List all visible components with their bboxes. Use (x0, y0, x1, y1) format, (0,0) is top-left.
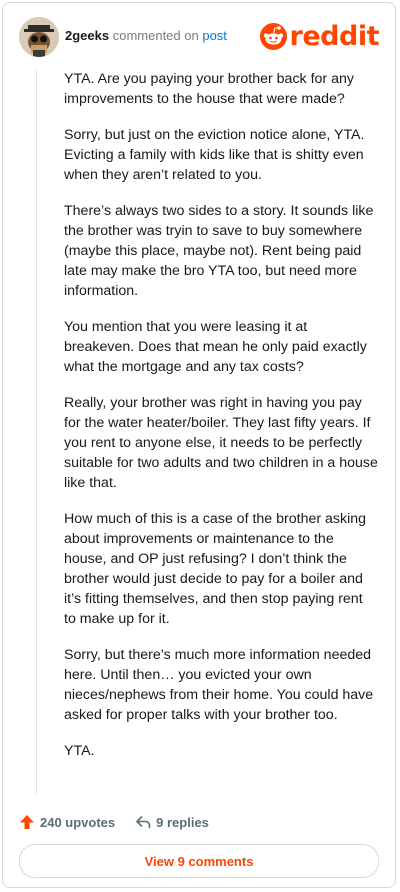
comment-body: YTA. Are you paying your brother back fo… (64, 69, 378, 777)
reddit-snoo-icon (259, 22, 287, 50)
thread-line[interactable] (36, 69, 37, 795)
comment-card: 2geeks commented on post reddit YTA. Are… (2, 2, 396, 888)
comment-actions: 240 upvotes 9 replies (19, 811, 209, 833)
byline-action-text: commented on (112, 28, 199, 43)
username-link[interactable]: 2geeks (65, 28, 109, 43)
reddit-wordmark: reddit (289, 20, 380, 52)
upvote-button[interactable]: 240 upvotes (19, 814, 115, 830)
comment-paragraph: Sorry, but just on the eviction notice a… (64, 127, 365, 183)
comment-paragraph: YTA. Are you paying your brother back fo… (64, 71, 354, 107)
comment-paragraph: How much of this is a case of the brothe… (64, 511, 367, 627)
post-link[interactable]: post (202, 28, 227, 43)
comment-paragraph: YTA. (64, 743, 95, 759)
reply-button[interactable]: 9 replies (135, 814, 209, 830)
reddit-logo[interactable]: reddit (259, 20, 380, 52)
reply-count: 9 replies (156, 814, 209, 830)
upvote-arrow-icon (20, 815, 34, 829)
comment-paragraph: Sorry, but there’s much more information… (64, 647, 374, 723)
avatar[interactable] (19, 17, 59, 57)
comment-paragraph: Really, your brother was right in having… (64, 395, 378, 491)
comment-header: 2geeks commented on post reddit (19, 17, 380, 57)
upvote-count: 240 upvotes (40, 814, 116, 830)
byline: 2geeks commented on post (65, 28, 227, 43)
view-comments-button[interactable]: View 9 comments (19, 844, 379, 878)
reply-icon (136, 816, 151, 829)
comment-paragraph: There’s always two sides to a story. It … (64, 203, 374, 299)
comment-paragraph: You mention that you were leasing it at … (64, 319, 367, 375)
